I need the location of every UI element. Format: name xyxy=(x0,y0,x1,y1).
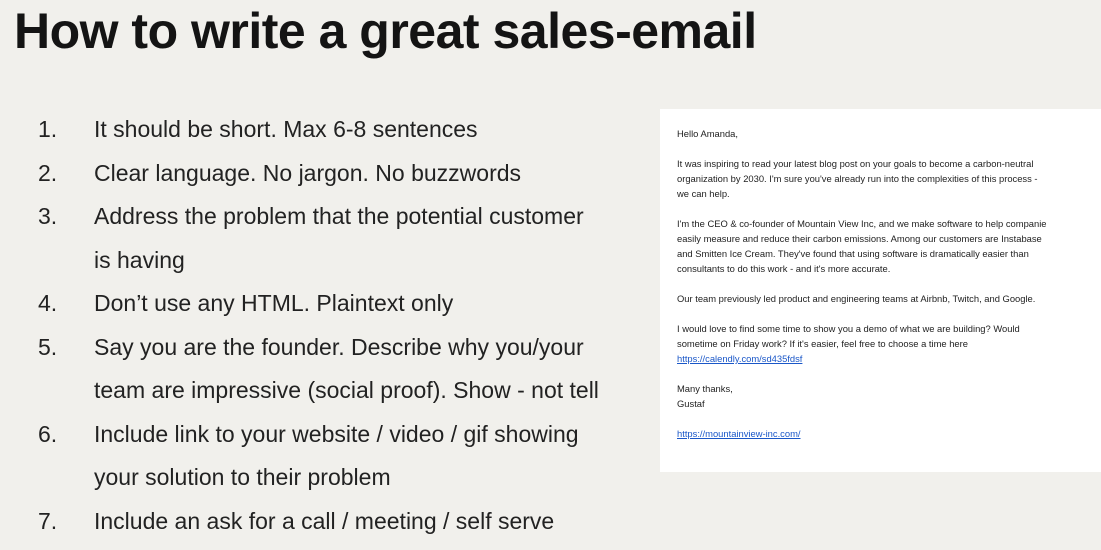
email-signature: Gustaf xyxy=(677,398,705,409)
list-item: 7. Include an ask for a call / meeting /… xyxy=(38,500,638,544)
calendly-link[interactable]: https://calendly.com/sd435fdsf xyxy=(677,353,802,364)
list-item: 3. Address the problem that the potentia… xyxy=(38,195,638,282)
list-item-text: Don’t use any HTML. Plaintext only xyxy=(94,290,454,316)
list-item-number: 7. xyxy=(38,507,58,534)
email-paragraph: I'm the CEO & co-founder of Mountain Vie… xyxy=(677,218,1047,274)
website-link[interactable]: https://mountainview-inc.com/ xyxy=(677,428,801,439)
list-item-text: Address the problem that the potential c… xyxy=(94,203,584,273)
list-item-text: Include link to your website / video / g… xyxy=(94,420,579,491)
email-greeting: Hello Amanda, xyxy=(677,128,738,139)
list-item: 2. Clear language. No jargon. No buzzwor… xyxy=(38,152,638,196)
list-item-number: 4. xyxy=(38,290,58,316)
slide-title: How to write a great sales-email xyxy=(14,3,757,59)
list-item-number: 6. xyxy=(38,420,58,447)
email-signoff: Many thanks, xyxy=(677,383,733,394)
list-item: 4. Don’t use any HTML. Plaintext only xyxy=(38,282,638,326)
list-item: 6. Include link to your website / video … xyxy=(38,413,638,500)
list-item-number: 2. xyxy=(38,159,58,186)
list-item: 5. Say you are the founder. Describe why… xyxy=(38,326,638,413)
list-item-text: Include an ask for a call / meeting / se… xyxy=(94,507,555,534)
tips-list: 1. It should be short. Max 6-8 sentences… xyxy=(38,108,638,543)
list-item-number: 1. xyxy=(38,116,58,142)
list-item-text: Say you are the founder. Describe why yo… xyxy=(94,333,599,404)
list-item: 1. It should be short. Max 6-8 sentences xyxy=(38,108,638,152)
email-paragraph: Our team previously led product and engi… xyxy=(677,293,1036,304)
example-email: Hello Amanda, It was inspiring to read y… xyxy=(660,109,1101,472)
list-item-number: 5. xyxy=(38,333,58,360)
email-paragraph: It was inspiring to read your latest blo… xyxy=(677,158,1038,199)
list-item-number: 3. xyxy=(38,203,58,229)
list-item-text: Clear language. No jargon. No buzzwords xyxy=(94,159,522,186)
email-paragraph: I would love to find some time to show y… xyxy=(677,323,1020,349)
list-item-text: It should be short. Max 6-8 sentences xyxy=(94,116,478,142)
